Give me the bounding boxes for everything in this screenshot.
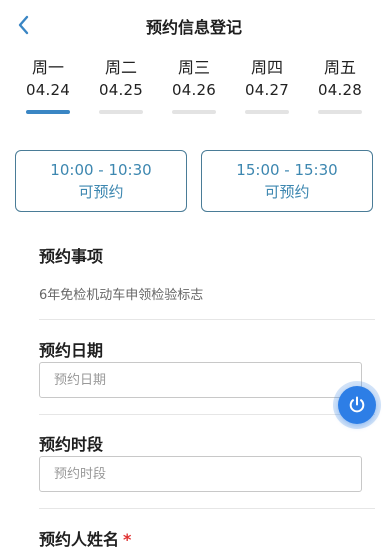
day-tab-weekday: 周二 (104, 58, 137, 77)
header: 预约信息登记 (0, 0, 388, 50)
day-tab-weekday: 周五 (323, 58, 356, 77)
time-slot-status: 可预约 (264, 183, 310, 201)
appointment-item-value: 6年免检机动车申领检验标志 (39, 288, 204, 303)
power-icon (349, 396, 365, 413)
appointment-date-label: 预约日期 (39, 341, 104, 360)
power-button-core (338, 386, 376, 424)
day-tab-date: 04.28 (318, 81, 362, 99)
divider (39, 319, 375, 320)
day-tab-fri[interactable]: 周五 04.28 (316, 58, 364, 118)
day-tab-date: 04.25 (99, 81, 143, 99)
power-floating-button[interactable] (333, 381, 381, 429)
day-tab-indicator (245, 110, 289, 114)
time-slot-status: 可预约 (78, 183, 124, 201)
appointment-period-label: 预约时段 (39, 435, 104, 454)
time-slot-time: 15:00 - 15:30 (236, 161, 338, 179)
day-tab-date: 04.26 (172, 81, 216, 99)
time-slots: 10:00 - 10:30 可预约 15:00 - 15:30 可预约 (15, 150, 373, 212)
day-tab-indicator (318, 110, 362, 114)
appointment-name-label-text: 预约人姓名 (39, 530, 120, 549)
appointment-item-label: 预约事项 (39, 247, 104, 266)
day-tab-tue[interactable]: 周二 04.25 (97, 58, 145, 118)
day-tabs: 周一 04.24 周二 04.25 周三 04.26 周四 04.27 周五 0… (24, 58, 364, 118)
day-tab-wed[interactable]: 周三 04.26 (170, 58, 218, 118)
appointment-date-input[interactable] (39, 362, 362, 398)
appointment-name-label: 预约人姓名 * (39, 526, 131, 550)
divider (39, 508, 375, 509)
divider (39, 414, 375, 415)
day-tab-weekday: 周一 (31, 58, 64, 77)
appointment-period-input[interactable] (39, 456, 362, 492)
day-tab-mon[interactable]: 周一 04.24 (24, 58, 72, 118)
day-tab-weekday: 周四 (250, 58, 283, 77)
time-slot-time: 10:00 - 10:30 (50, 161, 152, 179)
day-tab-weekday: 周三 (177, 58, 210, 77)
time-slot-morning[interactable]: 10:00 - 10:30 可预约 (15, 150, 187, 212)
required-mark: * (123, 530, 132, 549)
day-tab-indicator (99, 110, 143, 114)
page-title: 预约信息登记 (145, 18, 242, 37)
day-tab-indicator (26, 110, 70, 114)
day-tab-indicator (172, 110, 216, 114)
day-tab-date: 04.24 (26, 81, 70, 99)
time-slot-afternoon[interactable]: 15:00 - 15:30 可预约 (201, 150, 373, 212)
day-tab-date: 04.27 (245, 81, 289, 99)
day-tab-thu[interactable]: 周四 04.27 (243, 58, 291, 118)
